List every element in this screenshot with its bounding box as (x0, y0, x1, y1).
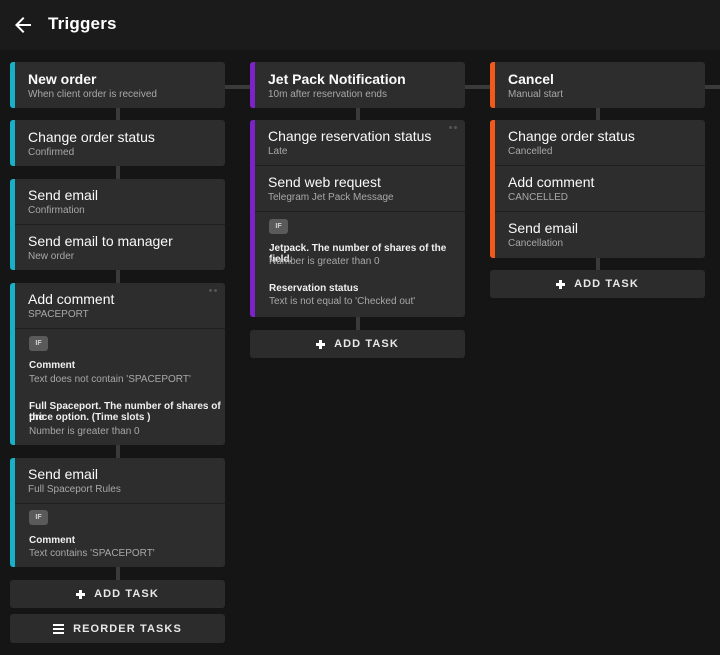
task-card-change-order-status[interactable]: Change order status Confirmed (10, 120, 225, 166)
condition-text: Number is greater than 0 (29, 426, 140, 437)
task-item-add-comment[interactable]: Add comment CANCELLED (508, 174, 699, 204)
divider (495, 165, 705, 166)
add-task-label: ADD TASK (94, 588, 159, 600)
task-subtitle: Late (268, 146, 288, 157)
task-title: Change reservation status (268, 128, 432, 144)
connector-line (116, 445, 120, 458)
task-subtitle: New order (28, 251, 75, 262)
connector-line (705, 85, 720, 89)
divider (495, 211, 705, 212)
add-task-button[interactable]: ADD TASK (250, 330, 465, 358)
task-title: Add comment (28, 291, 115, 307)
add-task-label: ADD TASK (334, 338, 399, 350)
divider (15, 224, 225, 225)
condition-text: Text contains 'SPACEPORT' (29, 548, 155, 559)
back-arrow-icon[interactable] (11, 13, 35, 37)
condition-title: Comment (29, 535, 76, 546)
task-item-change-order-status[interactable]: Change order status Cancelled (508, 128, 699, 158)
task-title: Add comment (508, 174, 595, 190)
accent-bar (10, 120, 15, 166)
condition-text: Text is not equal to 'Checked out' (269, 296, 416, 307)
trigger-subtitle: Manual start (508, 89, 564, 100)
trigger-title: Cancel (508, 71, 554, 87)
task-card-add-comment[interactable]: Add comment SPACEPORT IF Comment Text do… (10, 283, 225, 445)
task-item-send-email-to-manager[interactable]: Send email to manager New order (28, 233, 219, 263)
condition-text: Number is greater than 0 (269, 256, 380, 267)
trigger-title: New order (28, 71, 97, 87)
if-badge: IF (29, 336, 48, 351)
task-title: Send email (508, 220, 579, 236)
connector-line (356, 317, 360, 330)
task-item-send-email[interactable]: Send email Confirmation (28, 187, 219, 217)
condition-title-line2: price option. (Time slots ) (29, 412, 151, 423)
connector-line (465, 85, 490, 89)
accent-bar (490, 120, 495, 258)
task-item-send-web-request[interactable]: Send web request Telegram Jet Pack Messa… (268, 174, 459, 204)
task-title: Send email (28, 466, 99, 482)
plus-icon (556, 279, 566, 289)
accent-bar (250, 62, 255, 108)
divider (255, 211, 465, 212)
task-card-cancel-group[interactable]: Change order status Cancelled Add commen… (490, 120, 705, 258)
connector-line (596, 258, 600, 270)
divider (15, 503, 225, 504)
reorder-tasks-label: REORDER TASKS (73, 622, 182, 635)
add-task-button[interactable]: ADD TASK (490, 270, 705, 298)
task-subtitle: Full Spaceport Rules (28, 484, 121, 495)
divider (15, 328, 225, 329)
trigger-subtitle: 10m after reservation ends (268, 89, 387, 100)
task-subtitle: SPACEPORT (28, 309, 89, 320)
task-subtitle: CANCELLED (508, 192, 569, 203)
accent-bar (250, 120, 255, 317)
task-subtitle: Confirmation (28, 205, 85, 216)
add-task-label: ADD TASK (574, 278, 639, 290)
task-title: Send email (28, 187, 99, 203)
page-title: Triggers (48, 14, 117, 33)
trigger-card-jet-pack-notification[interactable]: Jet Pack Notification 10m after reservat… (250, 62, 465, 108)
accent-bar (10, 458, 15, 567)
connector-line (596, 108, 600, 120)
task-item-send-email[interactable]: Send email Cancellation (508, 220, 699, 250)
connector-line (116, 567, 120, 580)
divider (255, 165, 465, 166)
trigger-subtitle: When client order is received (28, 89, 157, 100)
condition-title: Comment (29, 360, 76, 371)
trigger-card-new-order[interactable]: New order When client order is received (10, 62, 225, 108)
menu-icon (53, 624, 65, 634)
connector-line (116, 270, 120, 283)
if-badge: IF (269, 219, 288, 234)
task-subtitle: Cancelled (508, 146, 553, 157)
task-card-reservation-group[interactable]: Change reservation status Late Send web … (250, 120, 465, 317)
trigger-card-cancel[interactable]: Cancel Manual start (490, 62, 705, 108)
add-task-button[interactable]: ADD TASK (10, 580, 225, 608)
connector-line (225, 85, 250, 89)
accent-bar (10, 283, 15, 445)
task-title: Change order status (508, 128, 635, 144)
condition-title: Reservation status (269, 283, 359, 294)
accent-bar (10, 62, 15, 108)
if-badge: IF (29, 510, 48, 525)
task-title: Change order status (28, 129, 155, 145)
plus-icon (316, 339, 326, 349)
reorder-tasks-button[interactable]: REORDER TASKS (10, 614, 225, 643)
task-card-send-email-group[interactable]: Send email Confirmation Send email to ma… (10, 179, 225, 270)
top-bar: Triggers (0, 0, 720, 50)
condition-text: Text does not contain 'SPACEPORT' (29, 374, 191, 385)
accent-bar (490, 62, 495, 108)
task-card-send-email-full-spaceport[interactable]: Send email Full Spaceport Rules IF Comme… (10, 458, 225, 567)
task-subtitle: Confirmed (28, 147, 75, 158)
connector-line (116, 166, 120, 179)
plus-icon (76, 589, 86, 599)
trigger-title: Jet Pack Notification (268, 71, 406, 87)
task-item-change-reservation-status[interactable]: Change reservation status Late (268, 128, 459, 158)
task-subtitle: Telegram Jet Pack Message (268, 192, 394, 203)
task-title: Send web request (268, 174, 381, 190)
connector-line (116, 108, 120, 120)
task-subtitle: Cancellation (508, 238, 564, 249)
task-title: Send email to manager (28, 233, 173, 249)
connector-line (356, 108, 360, 120)
